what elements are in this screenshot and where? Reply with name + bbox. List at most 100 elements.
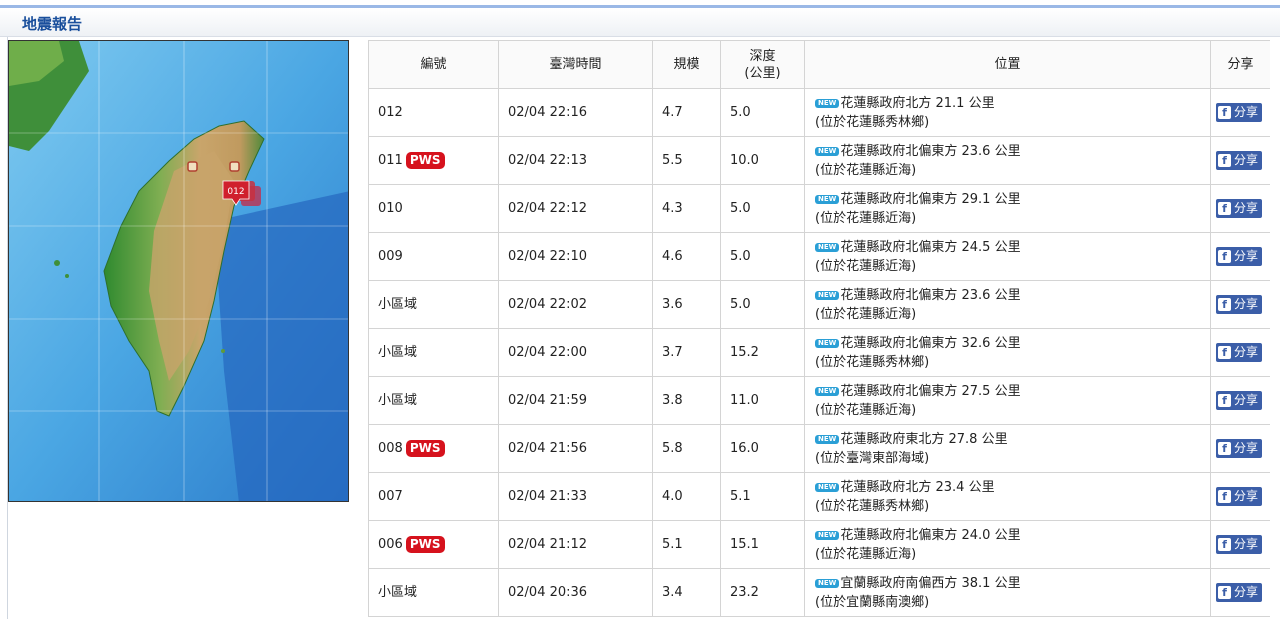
event-id-cell[interactable]: 010 [368, 184, 499, 233]
event-id[interactable]: 小區域 [378, 297, 417, 312]
earthquake-map[interactable]: 012 [8, 40, 349, 502]
event-id-cell[interactable]: 小區域 [368, 328, 499, 377]
event-id-cell[interactable]: 小區域 [368, 280, 499, 329]
new-badge-icon: NEW [815, 386, 840, 396]
depth-cell: 10.0 [720, 136, 805, 185]
magnitude-cell: 4.0 [652, 472, 721, 521]
table-row[interactable]: 010 02/04 22:12 4.3 5.0 NEW 花蓮縣政府北偏東方 29.1 公里… [368, 184, 1270, 233]
event-id-cell[interactable]: 008 PWS [368, 424, 499, 473]
table-row[interactable]: 小區域 02/04 22:00 3.7 15.2 NEW 花蓮縣政府北偏東方 32.6 公… [368, 328, 1270, 377]
event-id-cell[interactable]: 012 [368, 88, 499, 137]
location-cell: NEW 花蓮縣政府北偏東方 32.6 公里 (位於花蓮縣秀林鄉) [804, 328, 1211, 377]
facebook-share-button[interactable]: f 分享 [1216, 247, 1263, 266]
facebook-icon: f [1218, 154, 1231, 167]
table-row[interactable]: 小區域 02/04 20:36 3.4 23.2 NEW 宜蘭縣政府南偏西方 38.1 公… [368, 568, 1270, 617]
location-area: (位於花蓮縣近海) [815, 162, 917, 178]
location-cell: NEW 花蓮縣政府北偏東方 29.1 公里 (位於花蓮縣近海) [804, 184, 1211, 233]
facebook-icon: f [1218, 250, 1231, 263]
location-text: 花蓮縣政府北偏東方 32.6 公里 [840, 335, 1021, 351]
facebook-share-button[interactable]: f 分享 [1216, 151, 1263, 170]
facebook-icon: f [1218, 490, 1231, 503]
depth-cell: 5.0 [720, 88, 805, 137]
share-label: 分享 [1234, 249, 1259, 263]
event-id[interactable]: 007 [378, 489, 403, 504]
share-label: 分享 [1234, 585, 1259, 599]
share-label: 分享 [1234, 105, 1259, 119]
location-area: (位於花蓮縣近海) [815, 546, 917, 562]
event-id[interactable]: 008 [378, 441, 403, 456]
table-row[interactable]: 小區域 02/04 22:02 3.6 5.0 NEW 花蓮縣政府北偏東方 23.6 公里… [368, 280, 1270, 329]
depth-cell: 11.0 [720, 376, 805, 425]
time-cell: 02/04 21:12 [498, 520, 653, 569]
location-cell: NEW 宜蘭縣政府南偏西方 38.1 公里 (位於宜蘭縣南澳鄉) [804, 568, 1211, 617]
column-header-time: 臺灣時間 [498, 40, 653, 89]
event-id[interactable]: 011 [378, 153, 403, 168]
table-row[interactable]: 011 PWS 02/04 22:13 5.5 10.0 NEW 花蓮縣政府北偏東方 23.… [368, 136, 1270, 185]
event-id-cell[interactable]: 011 PWS [368, 136, 499, 185]
new-badge-icon: NEW [815, 530, 840, 540]
event-id[interactable]: 010 [378, 201, 403, 216]
station-icon [229, 161, 240, 172]
share-cell: f 分享 [1210, 520, 1270, 569]
facebook-share-button[interactable]: f 分享 [1216, 439, 1263, 458]
taiwan-map-image: 012 [9, 41, 348, 501]
table-row[interactable]: 012 02/04 22:16 4.7 5.0 NEW 花蓮縣政府北方 21.1 公里 (位… [368, 88, 1270, 137]
depth-cell: 5.0 [720, 232, 805, 281]
event-id-cell[interactable]: 007 [368, 472, 499, 521]
time-cell: 02/04 22:00 [498, 328, 653, 377]
event-id[interactable]: 小區域 [378, 345, 417, 360]
time-cell: 02/04 22:13 [498, 136, 653, 185]
facebook-share-button[interactable]: f 分享 [1216, 103, 1263, 122]
facebook-share-button[interactable]: f 分享 [1216, 535, 1263, 554]
event-id-cell[interactable]: 小區域 [368, 376, 499, 425]
depth-header-label: 深度 [749, 48, 776, 64]
table-row[interactable]: 007 02/04 21:33 4.0 5.1 NEW 花蓮縣政府北方 23.4 公里 (位… [368, 472, 1270, 521]
earthquake-table-container: 編號 臺灣時間 規模 深度 (公里) 位置 分享 012 02/04 22:16 4.… [368, 40, 1270, 619]
magnitude-cell: 4.3 [652, 184, 721, 233]
table-row[interactable]: 小區域 02/04 21:59 3.8 11.0 NEW 花蓮縣政府北偏東方 27.5 公… [368, 376, 1270, 425]
share-cell: f 分享 [1210, 136, 1270, 185]
facebook-share-button[interactable]: f 分享 [1216, 583, 1263, 602]
event-id[interactable]: 009 [378, 249, 403, 264]
depth-cell: 5.0 [720, 280, 805, 329]
time-cell: 02/04 22:16 [498, 88, 653, 137]
time-cell: 02/04 22:12 [498, 184, 653, 233]
share-label: 分享 [1234, 153, 1259, 167]
event-id-cell[interactable]: 009 [368, 232, 499, 281]
event-id-cell[interactable]: 006 PWS [368, 520, 499, 569]
share-label: 分享 [1234, 297, 1259, 311]
facebook-share-button[interactable]: f 分享 [1216, 199, 1263, 218]
facebook-share-button[interactable]: f 分享 [1216, 487, 1263, 506]
event-id[interactable]: 012 [378, 105, 403, 120]
location-cell: NEW 花蓮縣政府北偏東方 24.0 公里 (位於花蓮縣近海) [804, 520, 1211, 569]
location-text: 花蓮縣政府北偏東方 27.5 公里 [840, 383, 1021, 399]
share-label: 分享 [1234, 489, 1259, 503]
table-row[interactable]: 009 02/04 22:10 4.6 5.0 NEW 花蓮縣政府北偏東方 24.5 公里… [368, 232, 1270, 281]
facebook-share-button[interactable]: f 分享 [1216, 343, 1263, 362]
location-cell: NEW 花蓮縣政府東北方 27.8 公里 (位於臺灣東部海域) [804, 424, 1211, 473]
location-area: (位於花蓮縣近海) [815, 210, 917, 226]
column-header-depth: 深度 (公里) [720, 40, 805, 89]
magnitude-cell: 3.7 [652, 328, 721, 377]
table-row[interactable]: 008 PWS 02/04 21:56 5.8 16.0 NEW 花蓮縣政府東北方 27.8… [368, 424, 1270, 473]
location-cell: NEW 花蓮縣政府北偏東方 24.5 公里 (位於花蓮縣近海) [804, 232, 1211, 281]
location-cell: NEW 花蓮縣政府北方 23.4 公里 (位於花蓮縣秀林鄉) [804, 472, 1211, 521]
event-id[interactable]: 小區域 [378, 393, 417, 408]
marker-label: 012 [227, 187, 244, 197]
event-id[interactable]: 小區域 [378, 585, 417, 600]
depth-cell: 5.1 [720, 472, 805, 521]
share-cell: f 分享 [1210, 88, 1270, 137]
table-row[interactable]: 006 PWS 02/04 21:12 5.1 15.1 NEW 花蓮縣政府北偏東方 24.… [368, 520, 1270, 569]
depth-cell: 15.2 [720, 328, 805, 377]
facebook-share-button[interactable]: f 分享 [1216, 295, 1263, 314]
new-badge-icon: NEW [815, 290, 840, 300]
event-id-cell[interactable]: 小區域 [368, 568, 499, 617]
event-id[interactable]: 006 [378, 537, 403, 552]
facebook-share-button[interactable]: f 分享 [1216, 391, 1263, 410]
share-cell: f 分享 [1210, 328, 1270, 377]
column-header-magnitude: 規模 [652, 40, 721, 89]
facebook-icon: f [1218, 394, 1231, 407]
location-text: 花蓮縣政府東北方 27.8 公里 [840, 431, 1008, 447]
location-area: (位於花蓮縣近海) [815, 402, 917, 418]
location-area: (位於花蓮縣近海) [815, 306, 917, 322]
